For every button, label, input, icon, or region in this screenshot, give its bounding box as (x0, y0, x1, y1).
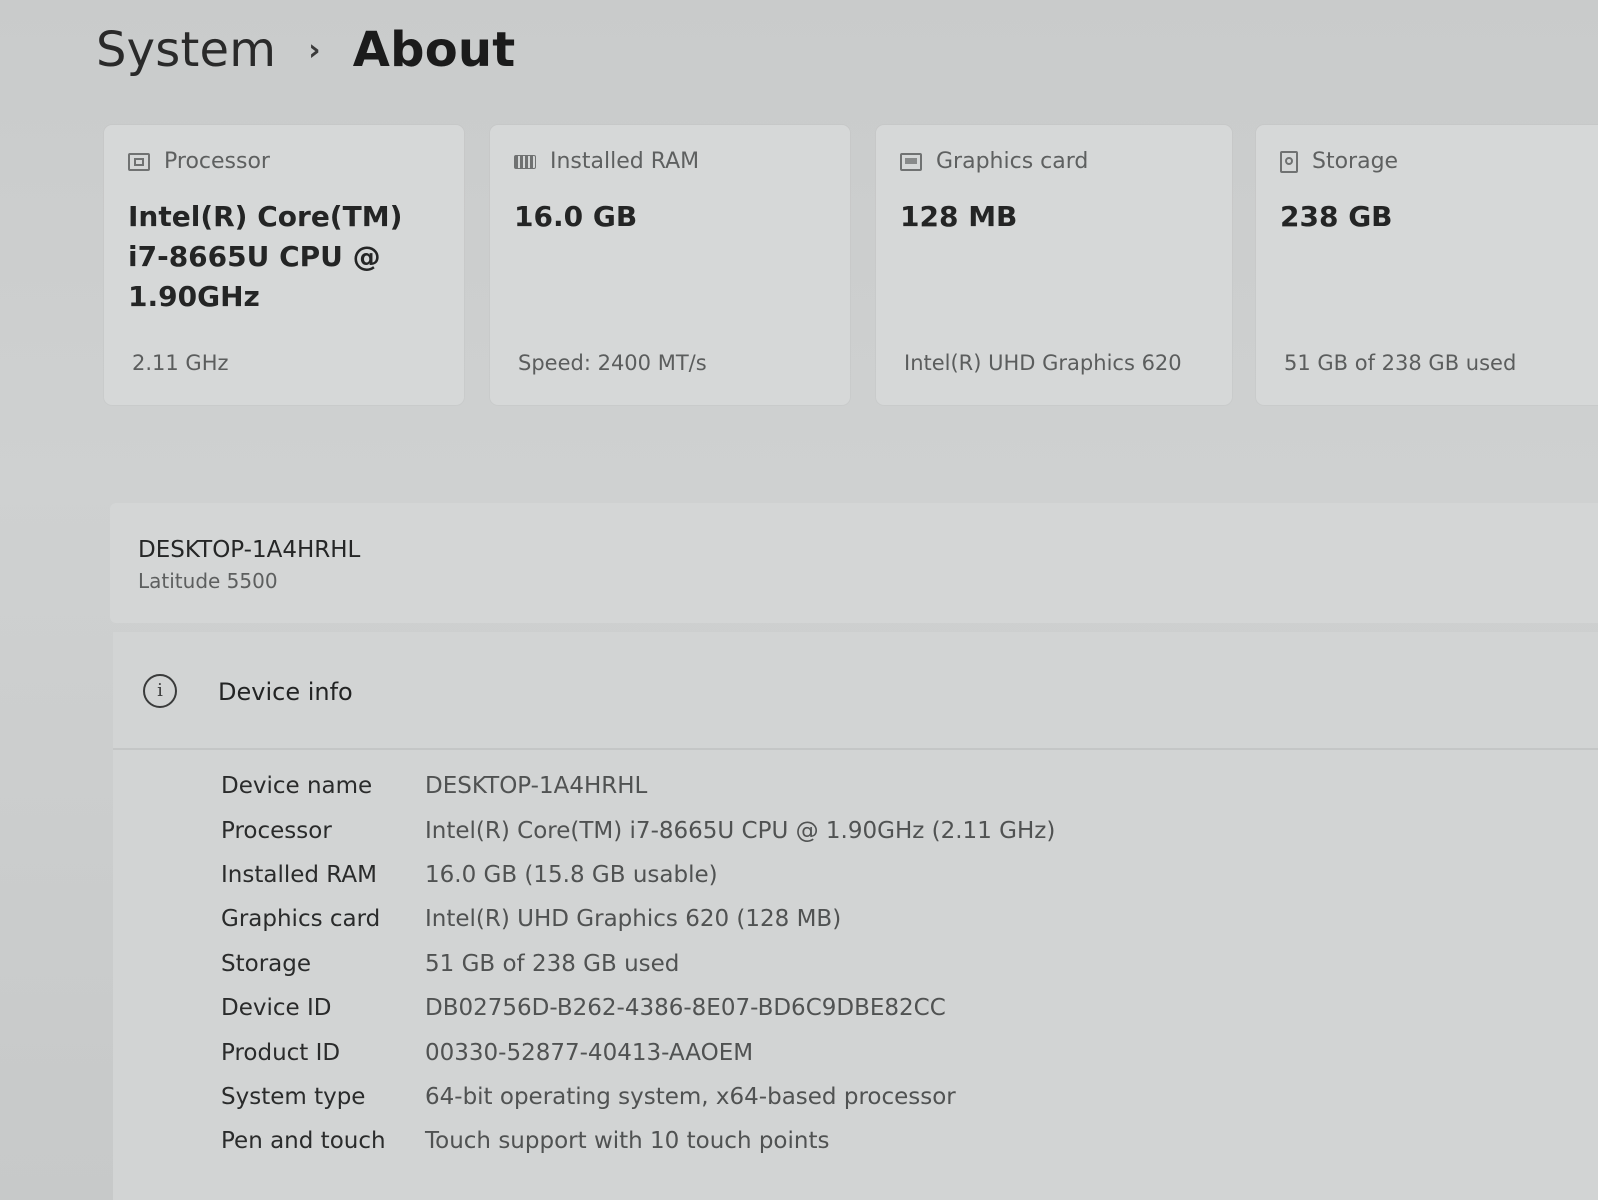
processor-card-speed: 2.11 GHz (132, 351, 229, 375)
graphics-card-icon (900, 152, 922, 171)
spec-value: Touch support with 10 touch points (425, 1128, 830, 1155)
graphics-card-card: Graphics card 128 MB Intel(R) UHD Graphi… (876, 125, 1232, 405)
processor-card: Processor Intel(R) Core(TM) i7-8665U CPU… (104, 125, 464, 405)
spec-value: 16.0 GB (15.8 GB usable) (425, 861, 718, 888)
spec-value: 64-bit operating system, x64-based proce… (425, 1083, 956, 1110)
breadcrumb-system-link[interactable]: System (96, 22, 276, 78)
spec-label: Storage (221, 950, 311, 977)
storage-card: Storage 238 GB 51 GB of 238 GB used (1256, 125, 1598, 405)
spec-label: Graphics card (221, 906, 381, 933)
spec-row-system-type: System type 64-bit operating system, x64… (221, 1075, 1055, 1119)
ram-icon (514, 154, 536, 169)
spec-row-processor: Processor Intel(R) Core(TM) i7-8665U CPU… (221, 808, 1055, 852)
spec-label: Device name (221, 773, 373, 800)
ram-card-value: 16.0 GB (514, 200, 638, 233)
spec-value: DB02756D-B262-4386-8E07-BD6C9DBE82CC (425, 995, 946, 1022)
storage-card-value: 238 GB (1280, 200, 1393, 233)
device-name: DESKTOP-1A4HRHL (138, 537, 361, 563)
chevron-right-icon: › (308, 32, 321, 68)
processor-card-value: Intel(R) Core(TM) i7-8665U CPU @ 1.90GHz (128, 200, 403, 313)
page-title: About (352, 22, 516, 78)
spec-row-graphics-card: Graphics card Intel(R) UHD Graphics 620 … (221, 897, 1055, 941)
spec-label: System type (221, 1083, 366, 1110)
spec-row-storage: Storage 51 GB of 238 GB used (221, 942, 1055, 986)
processor-card-label: Processor (164, 149, 270, 174)
ram-card-label: Installed RAM (550, 149, 700, 174)
spec-row-pen-and-touch: Pen and touch Touch support with 10 touc… (221, 1119, 1055, 1163)
graphics-card-label: Graphics card (936, 149, 1089, 174)
spec-value: 00330-52877-40413-AAOEM (425, 1039, 754, 1066)
spec-row-device-id: Device ID DB02756D-B262-4386-8E07-BD6C9D… (221, 986, 1055, 1030)
device-name-panel: DESKTOP-1A4HRHL Latitude 5500 (110, 503, 1598, 623)
info-icon: i (143, 674, 177, 708)
breadcrumb: System › About (96, 22, 515, 78)
spec-label: Processor (221, 817, 332, 844)
spec-label: Pen and touch (221, 1128, 386, 1155)
ram-card-speed: Speed: 2400 MT/s (518, 351, 707, 375)
graphics-card-value: 128 MB (900, 200, 1018, 233)
storage-icon (1280, 150, 1298, 173)
device-info-section: i Device info Device name DESKTOP-1A4HRH… (113, 632, 1598, 1200)
spec-value: 51 GB of 238 GB used (425, 950, 680, 977)
storage-card-usage: 51 GB of 238 GB used (1284, 351, 1517, 375)
settings-about-page: System › About Processor Intel(R) Core(T… (0, 0, 1598, 1200)
device-model: Latitude 5500 (138, 569, 278, 593)
spec-label: Device ID (221, 995, 332, 1022)
storage-card-label: Storage (1312, 149, 1399, 174)
spec-row-product-id: Product ID 00330-52877-40413-AAOEM (221, 1030, 1055, 1074)
spec-label: Product ID (221, 1039, 341, 1066)
spec-value: Intel(R) Core(TM) i7-8665U CPU @ 1.90GHz… (425, 817, 1056, 844)
device-info-header[interactable]: i Device info (113, 632, 1598, 750)
graphics-card-model: Intel(R) UHD Graphics 620 (904, 351, 1182, 375)
device-info-title: Device info (218, 678, 353, 706)
spec-row-installed-ram: Installed RAM 16.0 GB (15.8 GB usable) (221, 853, 1055, 897)
device-spec-list: Device name DESKTOP-1A4HRHL Processor In… (221, 764, 1055, 1164)
spec-value: Intel(R) UHD Graphics 620 (128 MB) (425, 906, 842, 933)
spec-label: Installed RAM (221, 861, 377, 888)
processor-icon (128, 152, 150, 171)
spec-value: DESKTOP-1A4HRHL (425, 773, 648, 800)
ram-card: Installed RAM 16.0 GB Speed: 2400 MT/s (490, 125, 850, 405)
spec-row-device-name: Device name DESKTOP-1A4HRHL (221, 764, 1055, 808)
